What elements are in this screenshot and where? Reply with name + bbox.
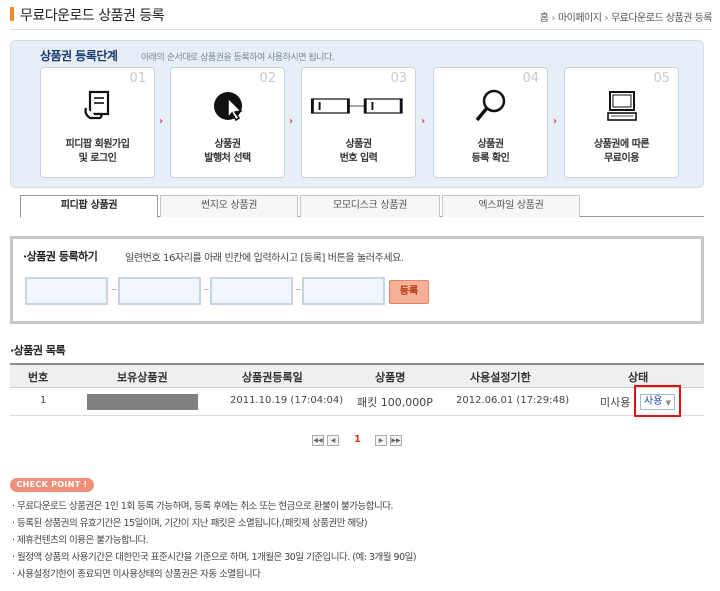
column-header: 사용설정기한 <box>470 371 531 384</box>
step-label: 상품권 번호 입력 <box>339 139 378 164</box>
computer-icon <box>607 91 637 121</box>
table-row: 1 2011.10.19 (17:04:04) 패킷 100,000P 2012… <box>10 385 704 417</box>
document-hand-icon <box>84 90 110 120</box>
step-4: 04 상품권 등록 확인 <box>433 67 548 178</box>
current-page-number[interactable]: 1 <box>354 434 361 445</box>
steps-title: 상품권 등록단계 <box>40 49 118 63</box>
step-label: 상품권 발행처 선택 <box>204 139 251 164</box>
page-title: 무료다운로드 상품권 등록 <box>20 8 165 24</box>
column-header: 번호 <box>28 371 49 384</box>
checkpoint-badge: CHECK POINT ! <box>10 478 94 492</box>
column-header: 보유상품권 <box>117 371 168 384</box>
step-arrow-icon: › <box>553 116 558 127</box>
row-product-name: 패킷 100,000P <box>357 396 433 409</box>
step-label: 피디팝 회원가입 및 로그인 <box>65 139 130 164</box>
use-select-value: 사용 <box>644 396 663 407</box>
step-1: 01 피디팝 회원가입 및 로그인 <box>40 67 155 178</box>
voucher-list-title: ·상품권 목록 <box>10 344 66 357</box>
note-item: · 사용설정기한이 종료되면 미사용상태의 상품권은 자동 소멸됩니다 <box>12 569 261 580</box>
table-header: 번호 보유상품권 상품권등록일 상품명 사용설정기한 상태 <box>10 363 704 388</box>
code-input-4[interactable] <box>302 277 385 305</box>
register-button[interactable]: 등록 <box>389 280 429 304</box>
step-3: 03 상품권 번호 입력 <box>301 67 416 178</box>
row-expiry-date: 2012.06.01 (17:29:48) <box>456 395 570 406</box>
cursor-click-icon <box>214 92 243 122</box>
header-divider <box>10 29 712 30</box>
note-item: · 등록된 상품권의 유효기간은 15일이며, 기간이 지난 패킷은 소멸됩니다… <box>12 518 368 529</box>
row-number: 1 <box>40 395 47 406</box>
step-label: 상품권에 따른 무료이용 <box>593 139 650 164</box>
row-status: 미사용 <box>600 396 631 409</box>
register-title: ·상품권 등록하기 <box>23 250 98 263</box>
step-number: 05 <box>653 71 670 86</box>
step-label: 상품권 등록 확인 <box>471 139 510 164</box>
use-status-select[interactable]: 사용 ▼ <box>640 394 675 410</box>
code-input-2[interactable] <box>118 277 201 305</box>
tab-sunjio[interactable]: 썬지오 상품권 <box>160 195 298 217</box>
masked-voucher-code <box>87 394 198 410</box>
step-arrow-icon: › <box>421 116 426 127</box>
prev-page-icon[interactable]: ◀ <box>327 435 339 446</box>
row-registered-date: 2011.10.19 (17:04:04) <box>230 395 344 406</box>
code-input-1[interactable] <box>25 277 108 305</box>
breadcrumb-current: 무료다운로드 상품권 등록 <box>610 13 713 24</box>
code-separator <box>296 289 301 290</box>
tab-xfile[interactable]: 엑스파일 상품권 <box>442 195 580 217</box>
first-page-icon[interactable]: ◀◀ <box>312 435 324 446</box>
step-number: 04 <box>522 71 539 86</box>
page-header: 무료다운로드 상품권 등록 홈 › 마이페이지 › 무료다운로드 상품권 등록 <box>0 0 720 30</box>
note-item: · 무료다운로드 상품권은 1인 1회 등록 가능하며, 등록 후에는 취소 또… <box>12 501 394 512</box>
chevron-down-icon: ▼ <box>665 399 671 407</box>
registration-steps-panel: 상품권 등록단계 아래의 순서대로 상품권을 등록하여 사용하시면 됩니다. 0… <box>10 40 704 188</box>
title-accent-bar <box>10 7 14 21</box>
breadcrumb-home[interactable]: 홈 <box>540 13 549 24</box>
column-header: 상태 <box>628 371 649 384</box>
highlight-box: 사용 ▼ <box>634 385 681 417</box>
code-separator <box>112 289 117 290</box>
step-5: 05 상품권에 따른 무료이용 <box>564 67 679 178</box>
breadcrumb-mypage[interactable]: 마이페이지 <box>558 13 602 24</box>
steps-description: 아래의 순서대로 상품권을 등록하여 사용하시면 됩니다. <box>141 53 335 63</box>
note-item: · 제휴컨텐츠의 이용은 불가능합니다. <box>12 535 149 546</box>
step-arrow-icon: › <box>289 116 294 127</box>
tab-momodisk[interactable]: 모모디스크 상품권 <box>300 195 440 217</box>
step-number: 02 <box>259 71 276 86</box>
column-header: 상품권등록일 <box>242 371 303 384</box>
breadcrumb: 홈 › 마이페이지 › 무료다운로드 상품권 등록 <box>539 13 713 24</box>
column-header: 상품명 <box>375 371 406 384</box>
voucher-tabs: 피디팝 상품권 썬지오 상품권 모모디스크 상품권 엑스파일 상품권 <box>20 195 704 218</box>
magnifier-icon <box>475 89 506 122</box>
note-item: · 월정액 상품의 사용기간은 대한민국 표준시간을 기준으로 하며, 1개월은… <box>12 552 417 563</box>
last-page-icon[interactable]: ▶▶ <box>390 435 402 446</box>
next-page-icon[interactable]: ▶ <box>375 435 387 446</box>
step-number: 01 <box>129 71 146 86</box>
input-boxes-icon <box>310 98 403 114</box>
voucher-register-box: ·상품권 등록하기 일련번호 16자리를 아래 빈칸에 입력하시고 [등록] 버… <box>10 236 704 324</box>
step-arrow-icon: › <box>159 116 164 127</box>
step-number: 03 <box>390 71 407 86</box>
register-description: 일련번호 16자리를 아래 빈칸에 입력하시고 [등록] 버튼을 눌러주세요. <box>125 253 404 264</box>
code-input-3[interactable] <box>210 277 293 305</box>
step-2: 02 상품권 발행처 선택 <box>170 67 285 178</box>
tab-pdpop[interactable]: 피디팝 상품권 <box>20 195 158 218</box>
code-separator <box>204 289 209 290</box>
